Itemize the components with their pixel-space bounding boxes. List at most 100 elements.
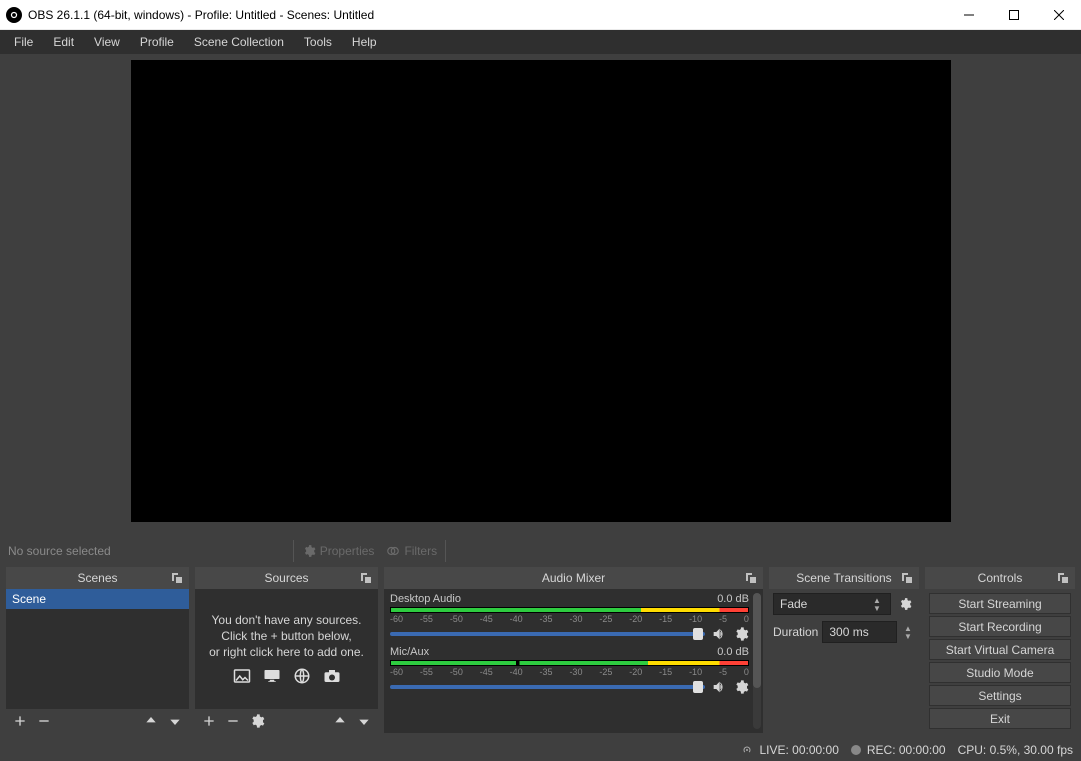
- broadcast-icon: [741, 744, 753, 756]
- sources-hint3: or right click here to add one.: [209, 645, 364, 659]
- volume-slider[interactable]: [390, 632, 705, 636]
- properties-button[interactable]: Properties: [296, 542, 381, 560]
- select-arrows: ▲▼: [870, 596, 884, 612]
- duration-label: Duration: [773, 625, 818, 639]
- popout-icon[interactable]: [169, 570, 185, 586]
- scenes-header[interactable]: Scenes: [6, 567, 189, 589]
- docks-row: Scenes Scene Sources You don't have any …: [0, 567, 1081, 739]
- menu-tools[interactable]: Tools: [296, 33, 340, 51]
- filters-label: Filters: [404, 544, 437, 558]
- window-title: OBS 26.1.1 (64-bit, windows) - Profile: …: [28, 8, 946, 22]
- move-source-down-button[interactable]: [356, 713, 372, 729]
- transition-settings-button[interactable]: [895, 594, 915, 614]
- main-area: No source selected Properties Filters Sc…: [0, 54, 1081, 739]
- start-streaming-button[interactable]: Start Streaming: [929, 593, 1071, 614]
- controls-dock: Controls Start Streaming Start Recording…: [925, 567, 1075, 733]
- audio-title: Audio Mixer: [542, 571, 605, 585]
- status-cpu: CPU: 0.5%, 30.00 fps: [958, 743, 1073, 757]
- camera-icon: [321, 667, 343, 685]
- scrollbar-thumb[interactable]: [753, 593, 761, 688]
- sources-footer: [195, 709, 378, 733]
- controls-header[interactable]: Controls: [925, 567, 1075, 589]
- move-scene-up-button[interactable]: [143, 713, 159, 729]
- minimize-button[interactable]: [946, 0, 991, 29]
- start-recording-button[interactable]: Start Recording: [929, 616, 1071, 637]
- scenes-title: Scenes: [77, 571, 117, 585]
- context-toolbar: No source selected Properties Filters: [0, 535, 1081, 567]
- titlebar: OBS 26.1.1 (64-bit, windows) - Profile: …: [0, 0, 1081, 30]
- maximize-button[interactable]: [991, 0, 1036, 29]
- sources-list[interactable]: You don't have any sources. Click the + …: [195, 589, 378, 709]
- filters-button[interactable]: Filters: [380, 542, 443, 560]
- sources-hint1: You don't have any sources.: [212, 613, 362, 627]
- transition-current: Fade: [780, 597, 807, 611]
- popout-icon[interactable]: [899, 570, 915, 586]
- filters-icon: [386, 544, 400, 558]
- duration-input[interactable]: 300 ms: [822, 621, 897, 643]
- audio-body: Desktop Audio 0.0 dB -60 -55 -50 -45 -40…: [384, 589, 763, 733]
- volume-slider[interactable]: [390, 685, 705, 689]
- menu-help[interactable]: Help: [344, 33, 385, 51]
- source-settings-button[interactable]: [249, 713, 265, 729]
- db-ticks: -60 -55 -50 -45 -40 -35 -30 -25 -20 -15 …: [390, 667, 749, 679]
- source-hint-icons: [231, 667, 343, 685]
- sources-dock: Sources You don't have any sources. Clic…: [195, 567, 378, 733]
- menu-view[interactable]: View: [86, 33, 128, 51]
- move-source-up-button[interactable]: [332, 713, 348, 729]
- level-meter: [390, 607, 749, 613]
- status-live: LIVE: 00:00:00: [741, 743, 838, 757]
- slider-thumb[interactable]: [693, 681, 703, 693]
- menubar: File Edit View Profile Scene Collection …: [0, 30, 1081, 54]
- add-source-button[interactable]: [201, 713, 217, 729]
- audio-channel: Desktop Audio 0.0 dB -60 -55 -50 -45 -40…: [390, 593, 749, 642]
- sources-header[interactable]: Sources: [195, 567, 378, 589]
- no-source-label: No source selected: [6, 544, 111, 558]
- menu-scene-collection[interactable]: Scene Collection: [186, 33, 292, 51]
- live-label: LIVE: 00:00:00: [759, 743, 838, 757]
- rec-label: REC: 00:00:00: [867, 743, 946, 757]
- start-virtual-camera-button[interactable]: Start Virtual Camera: [929, 639, 1071, 660]
- channel-level: 0.0 dB: [717, 646, 749, 658]
- sources-hint2: Click the + button below,: [221, 629, 351, 643]
- sources-title: Sources: [264, 571, 308, 585]
- popout-icon[interactable]: [358, 570, 374, 586]
- menu-edit[interactable]: Edit: [45, 33, 82, 51]
- channel-settings-button[interactable]: [733, 626, 749, 642]
- controls-title: Controls: [978, 571, 1023, 585]
- separator: [445, 540, 446, 562]
- scenes-footer: [6, 709, 189, 733]
- remove-scene-button[interactable]: [36, 713, 52, 729]
- scenes-list[interactable]: Scene: [6, 589, 189, 709]
- channel-settings-button[interactable]: [733, 679, 749, 695]
- audio-scrollbar[interactable]: [753, 593, 761, 729]
- move-scene-down-button[interactable]: [167, 713, 183, 729]
- close-button[interactable]: [1036, 0, 1081, 29]
- menu-file[interactable]: File: [6, 33, 41, 51]
- audio-mixer-dock: Audio Mixer Desktop Audio 0.0 dB -60 -55…: [384, 567, 763, 733]
- duration-spinner[interactable]: ▲▼: [901, 624, 915, 640]
- transitions-header[interactable]: Scene Transitions: [769, 567, 919, 589]
- menu-profile[interactable]: Profile: [132, 33, 182, 51]
- record-dot-icon: [851, 745, 861, 755]
- gear-icon: [302, 544, 316, 558]
- db-ticks: -60 -55 -50 -45 -40 -35 -30 -25 -20 -15 …: [390, 614, 749, 626]
- studio-mode-button[interactable]: Studio Mode: [929, 662, 1071, 683]
- level-meter: [390, 660, 749, 666]
- exit-button[interactable]: Exit: [929, 708, 1071, 729]
- app-icon: [6, 7, 22, 23]
- mute-button[interactable]: [711, 679, 727, 695]
- mute-button[interactable]: [711, 626, 727, 642]
- settings-button[interactable]: Settings: [929, 685, 1071, 706]
- transition-select[interactable]: Fade ▲▼: [773, 593, 891, 615]
- channel-level: 0.0 dB: [717, 593, 749, 605]
- popout-icon[interactable]: [743, 570, 759, 586]
- slider-thumb[interactable]: [693, 628, 703, 640]
- preview-canvas[interactable]: [131, 60, 951, 522]
- scene-item[interactable]: Scene: [6, 589, 189, 609]
- add-scene-button[interactable]: [12, 713, 28, 729]
- scenes-dock: Scenes Scene: [6, 567, 189, 733]
- audio-header[interactable]: Audio Mixer: [384, 567, 763, 589]
- duration-value: 300 ms: [829, 625, 868, 639]
- popout-icon[interactable]: [1055, 570, 1071, 586]
- remove-source-button[interactable]: [225, 713, 241, 729]
